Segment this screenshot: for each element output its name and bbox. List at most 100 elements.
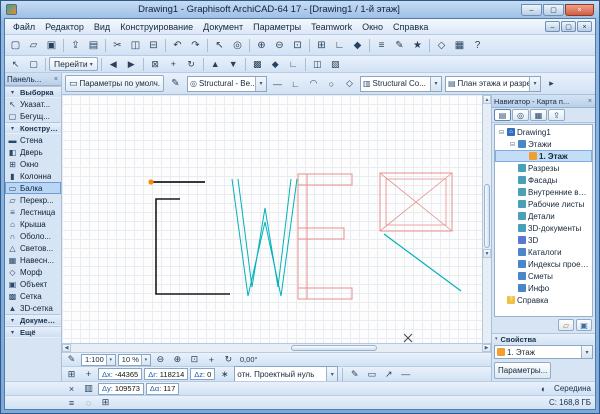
- fill-type-icon[interactable]: ▭: [364, 368, 379, 381]
- tree-item-help[interactable]: ? Справка: [495, 294, 592, 306]
- menu-edit[interactable]: Редактор: [40, 21, 89, 33]
- arrow-tool-icon[interactable]: ↖: [7, 57, 24, 71]
- marquee-tool-icon[interactable]: ▢: [25, 57, 42, 71]
- help-icon[interactable]: ?: [469, 37, 486, 53]
- menu-window[interactable]: Окно: [357, 21, 388, 33]
- copy-icon[interactable]: ◫: [127, 37, 144, 53]
- menu-view[interactable]: Вид: [89, 21, 115, 33]
- zoom-out-icon[interactable]: ⊖: [153, 353, 168, 366]
- guide-lines-icon[interactable]: ∟: [331, 37, 348, 53]
- zoom-in-icon[interactable]: ⊕: [253, 37, 270, 53]
- roof-element[interactable]: [380, 173, 452, 231]
- save-icon[interactable]: ▣: [43, 37, 60, 53]
- tool-slab[interactable]: ▱ Перекр...: [5, 194, 61, 206]
- pen-sets-icon[interactable]: ✎: [391, 37, 408, 53]
- display-options-combo[interactable]: ▤ План этажа и разрез... ▾: [445, 76, 541, 92]
- horizontal-scrollbar[interactable]: ◀ ▶: [62, 343, 491, 352]
- project-map-tab[interactable]: ▤: [494, 109, 511, 121]
- virtual-trace-icon[interactable]: ▧: [327, 57, 344, 71]
- settings-button[interactable]: Параметры...: [494, 362, 551, 379]
- publisher-tab[interactable]: ⇪: [548, 109, 565, 121]
- tool-object[interactable]: ▣ Объект: [5, 278, 61, 290]
- tool-window[interactable]: ⊞ Окно: [5, 158, 61, 170]
- mdi-minimize-button[interactable]: –: [545, 21, 560, 32]
- project-origin-icon[interactable]: ⊞: [64, 368, 79, 381]
- tool-curtain-wall[interactable]: ▦ Навесн...: [5, 254, 61, 266]
- zoom-selection-icon[interactable]: ⊠: [147, 57, 164, 71]
- zoom-extent-icon[interactable]: ⊡: [187, 353, 202, 366]
- snap-grid-status-icon[interactable]: ▥: [81, 382, 96, 395]
- minimize-button[interactable]: –: [521, 4, 542, 16]
- menu-design[interactable]: Конструирование: [115, 21, 198, 33]
- view-map-tab[interactable]: ◎: [512, 109, 529, 121]
- gear-icon[interactable]: ∗: [217, 368, 232, 381]
- tree-item-3d-documents[interactable]: 3D-документы: [495, 222, 592, 234]
- pan-icon[interactable]: +: [165, 57, 182, 71]
- undo-icon[interactable]: ↶: [169, 37, 186, 53]
- delta-x-field[interactable]: Δx: -44365: [98, 368, 142, 380]
- paste-icon[interactable]: ⊟: [145, 37, 162, 53]
- rotate-view-icon[interactable]: ↻: [221, 353, 236, 366]
- tree-item-lists[interactable]: Сметы: [495, 270, 592, 282]
- next-view-icon[interactable]: ▶: [123, 57, 140, 71]
- chevron-down-icon[interactable]: ▾: [581, 346, 592, 358]
- pointer-icon[interactable]: ↖: [211, 37, 228, 53]
- delta-y-field[interactable]: Δy: 109573: [98, 383, 144, 395]
- tool-roof[interactable]: ⌂ Крыша: [5, 218, 61, 230]
- clean-intersections-icon[interactable]: ▩: [249, 57, 266, 71]
- menu-help[interactable]: Справка: [388, 21, 433, 33]
- delta-angle-field[interactable]: Δα: 117: [146, 383, 179, 395]
- vertical-scrollbar[interactable]: ▲ ▼: [482, 95, 491, 343]
- scroll-track[interactable]: [378, 344, 482, 352]
- close-button[interactable]: ×: [565, 4, 594, 16]
- geometry-chained-icon[interactable]: ∟: [288, 77, 303, 90]
- navigator-folder-button[interactable]: ▱: [558, 319, 574, 331]
- tree-item-project-indexes[interactable]: Индексы проекта: [495, 258, 592, 270]
- layer-combo[interactable]: ◎ Structural - Be... ▾: [187, 76, 267, 92]
- profile-combo[interactable]: ▥ Structural Co... ▾: [360, 76, 442, 92]
- beam-letter-e[interactable]: [298, 174, 352, 299]
- snap-guides-icon[interactable]: ∟: [285, 57, 302, 71]
- schedules-icon[interactable]: ▦: [451, 37, 468, 53]
- tree-item-sections[interactable]: Разрезы: [495, 162, 592, 174]
- zoom-out-icon[interactable]: ⊖: [271, 37, 288, 53]
- previous-view-icon[interactable]: ◀: [105, 57, 122, 71]
- maximize-button[interactable]: ▢: [543, 4, 564, 16]
- cancel-input-icon[interactable]: ×: [64, 382, 79, 395]
- toolbox-group-more[interactable]: ▾ Ещё: [5, 326, 61, 338]
- fit-in-window-icon[interactable]: ⊡: [289, 37, 306, 53]
- menu-options[interactable]: Параметры: [248, 21, 306, 33]
- wall-letter-w[interactable]: [232, 179, 297, 296]
- gravity-icon[interactable]: ◆: [349, 37, 366, 53]
- go-button[interactable]: Перейти ▾: [49, 57, 98, 71]
- 3d-window-icon[interactable]: ◇: [433, 37, 450, 53]
- tree-item-schedules[interactable]: Каталоги: [495, 246, 592, 258]
- favorites-icon[interactable]: ★: [409, 37, 426, 53]
- geometry-curved-icon[interactable]: ◠: [306, 77, 321, 90]
- scroll-left-icon[interactable]: ◀: [62, 344, 71, 352]
- pan-icon[interactable]: +: [204, 353, 219, 366]
- arrow-style-icon[interactable]: ↗: [381, 368, 396, 381]
- tree-item-info[interactable]: Инфо: [495, 282, 592, 294]
- pen-icon[interactable]: ✎: [64, 353, 79, 366]
- infobox-scroll-right-icon[interactable]: ▸: [544, 77, 559, 90]
- status-circle-icon[interactable]: ◌: [81, 396, 96, 409]
- pen-color-icon[interactable]: ✎: [347, 368, 362, 381]
- close-icon[interactable]: ×: [53, 76, 59, 83]
- tree-item-3d[interactable]: 3D: [495, 234, 592, 246]
- snap-points-icon[interactable]: ◆: [267, 57, 284, 71]
- new-file-icon[interactable]: ▢: [7, 37, 24, 53]
- user-origin-icon[interactable]: +: [81, 368, 96, 381]
- vertical-scroll-thumb[interactable]: [484, 184, 490, 248]
- zoom-in-icon[interactable]: ⊕: [170, 353, 185, 366]
- tree-item-interior-elevations[interactable]: Внутренние виды: [495, 186, 592, 198]
- toolbox-titlebar[interactable]: Панель... ×: [5, 73, 61, 86]
- open-file-icon[interactable]: ▱: [25, 37, 42, 53]
- line-type-icon[interactable]: —: [398, 368, 413, 381]
- tree-item-story-1[interactable]: 1. Этаж: [495, 150, 592, 162]
- tool-marquee[interactable]: ▢ Бегущ...: [5, 110, 61, 122]
- menu-document[interactable]: Документ: [198, 21, 248, 33]
- chevron-down-icon[interactable]: ▾: [141, 355, 150, 365]
- tree-item-worksheets[interactable]: Рабочие листы: [495, 198, 592, 210]
- reference-level-combo[interactable]: отн. Проектный нуль ▾: [234, 366, 338, 382]
